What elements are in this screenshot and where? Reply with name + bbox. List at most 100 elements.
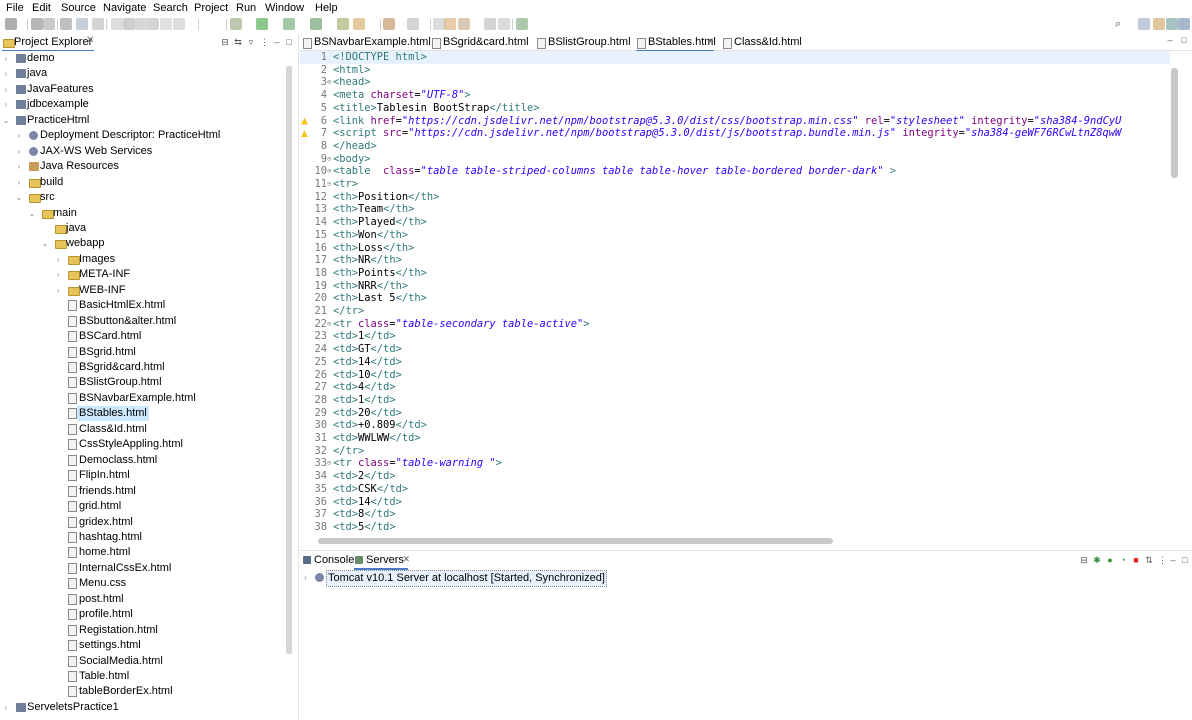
tree-item[interactable]: SocialMedia.html bbox=[0, 654, 285, 669]
toolbar-button-icon[interactable] bbox=[516, 18, 528, 30]
stop-server-icon[interactable]: ■ bbox=[1132, 556, 1140, 565]
toolbar-button-icon[interactable] bbox=[353, 18, 365, 30]
fold-icon[interactable]: ⊖ bbox=[327, 153, 331, 166]
chevron-right-icon[interactable]: › bbox=[15, 128, 23, 143]
view-menu-icon[interactable]: ⋮ bbox=[260, 38, 269, 47]
tree-item[interactable]: FlipIn.html bbox=[0, 468, 285, 483]
menu-6[interactable]: Run bbox=[236, 1, 256, 15]
editor-vertical-scrollbar[interactable] bbox=[1171, 68, 1178, 178]
server-entry-label[interactable]: Tomcat v10.1 Server at localhost [Starte… bbox=[326, 570, 607, 587]
minimize-icon[interactable]: – bbox=[273, 38, 281, 47]
tree-item[interactable]: › WEB-INF bbox=[0, 283, 285, 298]
tree-item[interactable]: CssStyleAppling.html bbox=[0, 437, 285, 452]
tree-item[interactable]: › build bbox=[0, 175, 285, 190]
tree-item[interactable]: BSNavbarExample.html bbox=[0, 391, 285, 406]
tree-item[interactable]: Table.html bbox=[0, 669, 285, 684]
chevron-right-icon[interactable]: › bbox=[54, 267, 62, 282]
tree-item[interactable]: BSCard.html bbox=[0, 329, 285, 344]
toolbar-button-icon[interactable] bbox=[498, 18, 510, 30]
tree-item[interactable]: › JavaFeatures bbox=[0, 82, 285, 97]
toolbar-button-icon[interactable] bbox=[484, 18, 496, 30]
collapse-icon[interactable]: ⊟ bbox=[1080, 556, 1088, 565]
fold-icon[interactable]: ⊖ bbox=[327, 318, 331, 331]
view-divider[interactable] bbox=[298, 35, 299, 720]
tree-item[interactable]: › JAX-WS Web Services bbox=[0, 144, 285, 159]
tree-item[interactable]: › demo bbox=[0, 51, 285, 66]
code-editor[interactable]: 1 <!DOCTYPE html> 2 <html> 3 ⊖ <head> 4 <meta ch… bbox=[300, 51, 1170, 533]
menu-1[interactable]: Edit bbox=[32, 1, 51, 15]
toolbar-button-icon[interactable] bbox=[230, 18, 242, 30]
tree-item[interactable]: Democlass.html bbox=[0, 453, 285, 468]
tree-item[interactable]: BStables.html bbox=[0, 406, 285, 422]
tree-item[interactable]: › Deployment Descriptor: PracticeHtml bbox=[0, 128, 285, 143]
toolbar-button-icon[interactable] bbox=[256, 18, 268, 30]
toolbar-button-icon[interactable] bbox=[147, 18, 159, 30]
close-icon[interactable]: ✕ bbox=[706, 36, 714, 47]
editor-maximize-icon[interactable]: □ bbox=[1180, 36, 1188, 45]
tree-item[interactable]: post.html bbox=[0, 592, 285, 607]
tab-console[interactable]: Console bbox=[302, 553, 354, 568]
chevron-right-icon[interactable]: › bbox=[15, 144, 23, 159]
tree-item[interactable]: java bbox=[0, 221, 285, 236]
tree-item[interactable]: settings.html bbox=[0, 638, 285, 653]
panel-maximize-icon[interactable]: □ bbox=[1181, 556, 1189, 565]
toolbar-button-icon[interactable] bbox=[123, 18, 135, 30]
toolbar-button-icon[interactable] bbox=[5, 18, 17, 30]
tree-item[interactable]: Class&Id.html bbox=[0, 422, 285, 437]
chevron-right-icon[interactable]: › bbox=[15, 175, 23, 190]
menu-7[interactable]: Window bbox=[265, 1, 304, 15]
toolbar-button-icon[interactable] bbox=[458, 18, 470, 30]
toolbar-button-icon[interactable] bbox=[407, 18, 419, 30]
menu-5[interactable]: Project bbox=[194, 1, 228, 15]
tree-item[interactable]: Menu.css bbox=[0, 576, 285, 591]
tree-item[interactable]: InternalCssEx.html bbox=[0, 561, 285, 576]
tab-servers[interactable]: Servers ✕ bbox=[354, 553, 410, 570]
panel-divider[interactable] bbox=[300, 550, 1192, 551]
chevron-down-icon[interactable]: ⌄ bbox=[2, 113, 10, 128]
tab-project-explorer[interactable]: Project Explorer ✕ bbox=[2, 35, 94, 52]
tree-item[interactable]: home.html bbox=[0, 545, 285, 560]
tree-item[interactable]: BSbutton&alter.html bbox=[0, 314, 285, 329]
start-server-icon[interactable]: ● bbox=[1106, 556, 1114, 565]
chevron-down-icon[interactable]: ⌄ bbox=[41, 236, 49, 251]
toolbar-button-icon[interactable] bbox=[135, 18, 147, 30]
debug-server-icon[interactable]: ✱ bbox=[1093, 556, 1101, 565]
chevron-right-icon[interactable]: › bbox=[54, 252, 62, 267]
filter-icon[interactable]: ▿ bbox=[247, 38, 255, 47]
fold-icon[interactable]: ⊖ bbox=[327, 457, 331, 470]
toolbar-button-icon[interactable] bbox=[173, 18, 185, 30]
menu-0[interactable]: File bbox=[6, 1, 24, 15]
toolbar-button-icon[interactable] bbox=[76, 18, 88, 30]
menu-4[interactable]: Search bbox=[153, 1, 188, 15]
toolbar-button-icon[interactable] bbox=[310, 18, 322, 30]
toolbar-button-icon[interactable] bbox=[444, 18, 456, 30]
menu-8[interactable]: Help bbox=[315, 1, 338, 15]
tree-item[interactable]: › jdbcexample bbox=[0, 97, 285, 112]
tree-item[interactable]: hashtag.html bbox=[0, 530, 285, 545]
menu-3[interactable]: Navigate bbox=[103, 1, 146, 15]
chevron-right-icon[interactable]: › bbox=[2, 82, 10, 97]
chevron-right-icon[interactable]: › bbox=[2, 51, 10, 66]
chevron-right-icon[interactable]: › bbox=[2, 66, 10, 81]
toolbar-button-icon[interactable] bbox=[43, 18, 55, 30]
tab-editor-file[interactable]: Class&Id.html bbox=[722, 35, 802, 50]
tree-item[interactable]: › java bbox=[0, 66, 285, 81]
chevron-right-icon[interactable]: › bbox=[15, 159, 23, 174]
tree-item[interactable]: BSlistGroup.html bbox=[0, 375, 285, 390]
tree-item[interactable]: grid.html bbox=[0, 499, 285, 514]
tree-item[interactable]: BSgrid&card.html bbox=[0, 360, 285, 375]
tree-item[interactable]: BasicHtmlEx.html bbox=[0, 298, 285, 313]
chevron-right-icon[interactable]: › bbox=[54, 283, 62, 298]
tree-item[interactable]: ⌄ src bbox=[0, 190, 285, 205]
search-icon[interactable]: ⌕ bbox=[1115, 18, 1127, 30]
chevron-right-icon[interactable]: › bbox=[2, 97, 10, 112]
chevron-right-icon[interactable]: › bbox=[2, 700, 10, 715]
tab-editor-file[interactable]: BSgrid&card.html bbox=[431, 35, 529, 50]
toolbar-button-icon[interactable] bbox=[31, 18, 43, 30]
tree-item[interactable]: › ServeletsPractice1 bbox=[0, 700, 285, 715]
toolbar-button-icon[interactable] bbox=[337, 18, 349, 30]
perspective-icon[interactable] bbox=[1178, 18, 1190, 30]
tree-item[interactable]: ⌄ PracticeHtml bbox=[0, 113, 285, 128]
panel-minimize-icon[interactable]: – bbox=[1169, 556, 1177, 565]
tree-item[interactable]: profile.html bbox=[0, 607, 285, 622]
